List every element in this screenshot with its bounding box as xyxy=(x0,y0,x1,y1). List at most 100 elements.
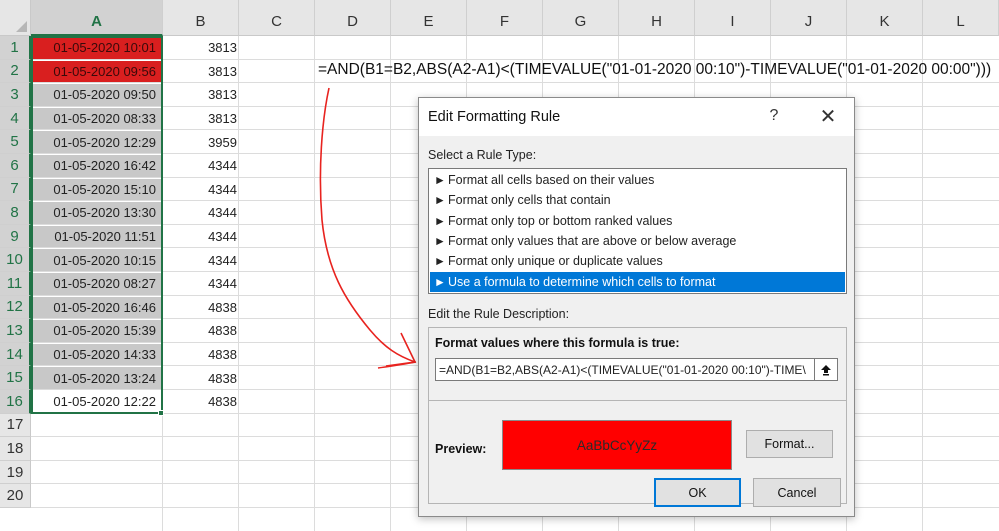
row-header-7[interactable]: 7 xyxy=(0,177,31,202)
rule-type-item[interactable]: ► Format all cells based on their values xyxy=(430,170,845,190)
rule-type-list: ► Format all cells based on their values ►… xyxy=(428,168,847,294)
ok-button[interactable]: OK xyxy=(654,478,741,507)
column-header-g[interactable]: G xyxy=(543,0,619,36)
formula-annotation-text: =AND(B1=B2,ABS(A2-A1)<(TIMEVALUE("01-01-… xyxy=(318,61,992,78)
row-header-17[interactable]: 17 xyxy=(0,413,31,438)
cell-b6[interactable]: 4344 xyxy=(163,154,239,178)
cell-a13[interactable]: 01-05-2020 15:39 xyxy=(31,320,162,342)
row-header-8[interactable]: 8 xyxy=(0,201,31,225)
column-header-a[interactable]: A xyxy=(31,0,163,36)
cell-b5[interactable]: 3959 xyxy=(163,130,239,154)
cell-b14[interactable]: 4838 xyxy=(163,343,239,367)
cell-b10[interactable]: 4344 xyxy=(163,248,239,272)
row-header-2[interactable]: 2 xyxy=(0,59,31,84)
cell-a5[interactable]: 01-05-2020 12:29 xyxy=(31,131,162,153)
cell-a7[interactable]: 01-05-2020 15:10 xyxy=(31,178,162,201)
cell-a2[interactable]: 01-05-2020 09:56 xyxy=(31,60,162,83)
row-header-16[interactable]: 16 xyxy=(0,390,31,414)
select-all-triangle-icon xyxy=(16,21,27,32)
rule-type-label: Format only top or bottom ranked values xyxy=(448,213,673,228)
rule-arrow-icon: ► xyxy=(434,173,446,187)
row-header-20[interactable]: 20 xyxy=(0,484,31,508)
cell-b12[interactable]: 4838 xyxy=(163,296,239,320)
row-header-10[interactable]: 10 xyxy=(0,248,31,272)
cell-a10[interactable]: 01-05-2020 10:15 xyxy=(31,249,162,271)
column-header-h[interactable]: H xyxy=(619,0,695,36)
formula-input[interactable]: =AND(B1=B2,ABS(A2-A1)<(TIMEVALUE("01-01-… xyxy=(435,358,815,381)
row-header-6[interactable]: 6 xyxy=(0,154,31,178)
column-header-i[interactable]: I xyxy=(695,0,771,36)
collapse-dialog-button[interactable] xyxy=(814,358,838,381)
rule-type-label: Use a formula to determine which cells t… xyxy=(448,274,716,289)
rule-type-label: Format only cells that contain xyxy=(448,193,611,208)
row-header-11[interactable]: 11 xyxy=(0,272,31,296)
formula-heading: Format values where this formula is true… xyxy=(435,336,680,350)
row-header-14[interactable]: 14 xyxy=(0,342,31,367)
column-header-e[interactable]: E xyxy=(391,0,467,36)
cell-b13[interactable]: 4838 xyxy=(163,319,239,343)
rule-type-item[interactable]: ► Format only top or bottom ranked values xyxy=(430,211,845,231)
upload-arrow-icon xyxy=(821,364,831,375)
cell-a12[interactable]: 01-05-2020 16:46 xyxy=(31,296,162,319)
column-header-f[interactable]: F xyxy=(467,0,543,36)
cell-a15[interactable]: 01-05-2020 13:24 xyxy=(31,367,162,389)
row-header-12[interactable]: 12 xyxy=(0,295,31,320)
row-header-13[interactable]: 13 xyxy=(0,319,31,343)
format-button[interactable]: Format... xyxy=(746,430,833,458)
cell-a3[interactable]: 01-05-2020 09:50 xyxy=(31,84,162,106)
rule-type-label: Format all cells based on their values xyxy=(448,173,655,187)
fill-handle[interactable] xyxy=(158,410,164,416)
rule-arrow-icon: ► xyxy=(434,254,446,269)
cell-a4[interactable]: 01-05-2020 08:33 xyxy=(31,107,162,130)
column-header-j[interactable]: J xyxy=(771,0,847,36)
column-header-l[interactable]: L xyxy=(923,0,999,36)
rule-arrow-icon: ► xyxy=(434,213,446,228)
cell-a8[interactable]: 01-05-2020 13:30 xyxy=(31,202,162,224)
cell-b7[interactable]: 4344 xyxy=(163,178,239,202)
description-divider xyxy=(429,400,846,401)
row-header-9[interactable]: 9 xyxy=(0,224,31,249)
cell-a14[interactable]: 01-05-2020 14:33 xyxy=(31,343,162,366)
cell-b16[interactable]: 4838 xyxy=(163,390,239,414)
row-header-1[interactable]: 1 xyxy=(0,36,31,60)
cell-b1[interactable]: 3813 xyxy=(163,36,239,60)
cell-a6[interactable]: 01-05-2020 16:42 xyxy=(31,155,162,177)
rule-arrow-icon: ► xyxy=(434,193,446,208)
rule-type-item[interactable]: ► Format only cells that contain xyxy=(430,190,845,210)
rule-type-item[interactable]: ► Use a formula to determine which cells … xyxy=(430,271,845,292)
cancel-button[interactable]: Cancel xyxy=(753,478,841,507)
dialog-title: Edit Formatting Rule xyxy=(428,109,561,125)
cell-a11[interactable]: 01-05-2020 08:27 xyxy=(31,273,162,295)
select-rule-type-label: Select a Rule Type: xyxy=(428,148,537,162)
row-header-18[interactable]: 18 xyxy=(0,437,31,461)
cell-b8[interactable]: 4344 xyxy=(163,201,239,225)
cell-b15[interactable]: 4838 xyxy=(163,366,239,390)
help-button[interactable]: ? xyxy=(762,104,786,128)
cell-a9[interactable]: 01-05-2020 11:51 xyxy=(31,225,162,248)
row-header-19[interactable]: 19 xyxy=(0,460,31,485)
column-header-c[interactable]: C xyxy=(239,0,315,36)
select-all-corner[interactable] xyxy=(0,0,31,36)
cell-b11[interactable]: 4344 xyxy=(163,272,239,296)
column-header-k[interactable]: K xyxy=(847,0,923,36)
row-header-3[interactable]: 3 xyxy=(0,83,31,107)
column-header-d[interactable]: D xyxy=(315,0,391,36)
cell-a1[interactable]: 01-05-2020 10:01 xyxy=(31,37,162,59)
rule-type-item[interactable]: ► Format only unique or duplicate values xyxy=(430,251,845,271)
row-header-5[interactable]: 5 xyxy=(0,130,31,154)
close-icon[interactable]: ✕ xyxy=(816,104,840,128)
preview-label: Preview: xyxy=(435,442,487,456)
rule-type-label: Format only unique or duplicate values xyxy=(448,254,663,269)
rule-type-item[interactable]: ► Format only values that are above or be… xyxy=(430,231,845,251)
cell-a16[interactable]: 01-05-2020 12:22 xyxy=(31,391,162,413)
cell-b3[interactable]: 3813 xyxy=(163,83,239,107)
rule-arrow-icon: ► xyxy=(434,233,446,248)
cell-b4[interactable]: 3813 xyxy=(163,107,239,131)
row-header-15[interactable]: 15 xyxy=(0,366,31,390)
cell-b2[interactable]: 3813 xyxy=(163,60,239,84)
dialog-titlebar: Edit Formatting Rule ? ✕ xyxy=(419,98,854,136)
column-header-b[interactable]: B xyxy=(163,0,239,36)
gridline-vertical xyxy=(922,36,923,531)
row-header-4[interactable]: 4 xyxy=(0,106,31,131)
cell-b9[interactable]: 4344 xyxy=(163,225,239,249)
